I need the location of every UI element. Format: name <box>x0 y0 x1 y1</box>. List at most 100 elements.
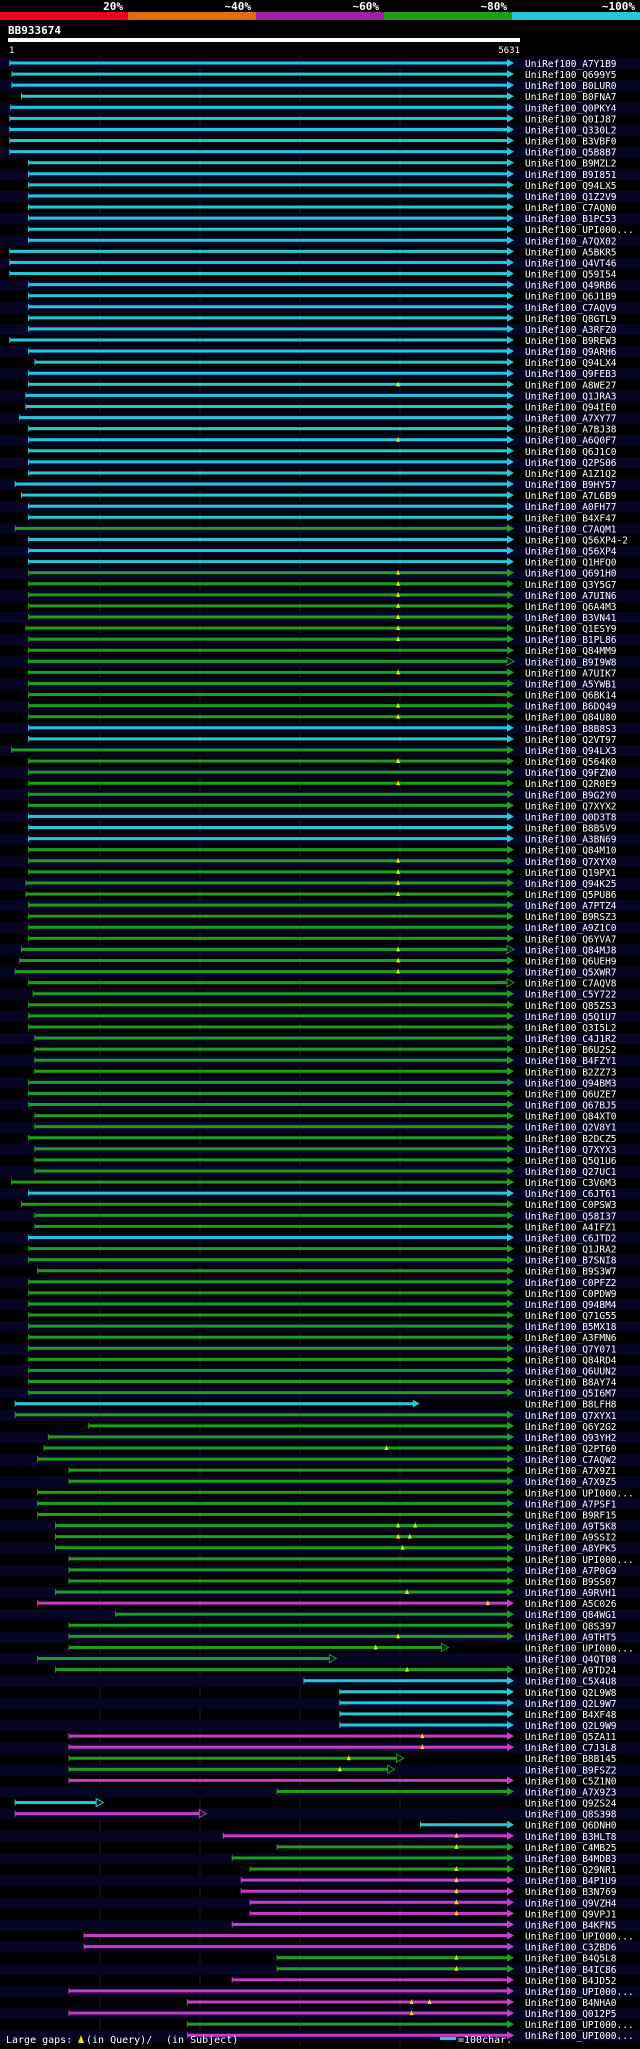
hit-bar[interactable] <box>28 759 508 763</box>
hit-row[interactable]: UniRef100_Q58I37 <box>0 1210 640 1222</box>
hit-id[interactable]: UniRef100_A7P0G9 <box>525 1566 617 1577</box>
hit-id[interactable]: UniRef100_Q330L2 <box>525 125 617 136</box>
hit-bar[interactable] <box>277 1956 508 1960</box>
hit-id[interactable]: UniRef100_A3BN69 <box>525 835 617 846</box>
hit-bar[interactable] <box>28 848 508 852</box>
hit-id[interactable]: UniRef100_A7UIK7 <box>525 668 617 679</box>
hit-id[interactable]: UniRef100_Q4QT08 <box>525 1655 617 1666</box>
hit-row[interactable]: UniRef100_A7PTZ4 <box>0 900 640 912</box>
hit-bar[interactable] <box>19 416 509 420</box>
hit-id[interactable]: UniRef100_B7SNI8 <box>525 1256 617 1267</box>
hit-row[interactable]: UniRef100_A7P0G9 <box>0 1564 640 1577</box>
hit-id[interactable]: UniRef100_B9RSZ3 <box>525 912 617 923</box>
hit-bar[interactable] <box>28 1014 508 1018</box>
hit-bar[interactable] <box>28 1280 508 1284</box>
hit-bar[interactable] <box>48 1435 508 1439</box>
hit-bar[interactable] <box>28 670 508 674</box>
hit-bar[interactable] <box>28 1391 508 1395</box>
hit-id[interactable]: UniRef100_B8B8S3 <box>525 724 617 735</box>
hit-bar[interactable] <box>28 814 508 818</box>
hit-id[interactable]: UniRef100_A7X9Z1 <box>525 1466 617 1477</box>
hit-id[interactable]: UniRef100_B8LFH8 <box>525 1400 617 1411</box>
hit-row[interactable]: UniRef100_B1PC53 <box>0 213 640 225</box>
hit-id[interactable]: UniRef100_Q6BK14 <box>525 691 617 702</box>
hit-id[interactable]: UniRef100_Q5Q1U6 <box>525 1156 617 1167</box>
hit-id[interactable]: UniRef100_Q012P5 <box>525 2009 617 2020</box>
hit-id[interactable]: UniRef100_B2ZZ73 <box>525 1067 617 1078</box>
hit-bar[interactable] <box>28 316 508 320</box>
hit-bar[interactable] <box>11 748 509 752</box>
hit-row[interactable]: UniRef100_Q2L9W7 <box>0 1697 640 1710</box>
hit-bar[interactable] <box>9 338 509 342</box>
hit-bar[interactable] <box>15 1413 509 1417</box>
hit-id[interactable]: UniRef100_A5BKR5 <box>525 247 617 258</box>
hit-id[interactable]: UniRef100_C6JT61 <box>525 1189 617 1200</box>
hit-id[interactable]: UniRef100_B6U2S2 <box>525 1045 617 1056</box>
hit-row[interactable]: UniRef100_Q0PKY4 <box>0 102 640 114</box>
hit-id[interactable]: UniRef100_Q5ZA11 <box>525 1732 617 1743</box>
hit-id[interactable]: UniRef100_B1PL86 <box>525 635 617 646</box>
hit-bar[interactable] <box>339 1690 508 1694</box>
hit-bar[interactable] <box>232 1978 508 1982</box>
hit-id[interactable]: UniRef100_B3VBF0 <box>525 137 617 148</box>
hit-id[interactable]: UniRef100_B4Q5L8 <box>525 1954 617 1965</box>
hit-id[interactable]: UniRef100_C6JTD2 <box>525 1233 617 1244</box>
hit-id[interactable]: UniRef100_Q94LX3 <box>525 746 617 757</box>
hit-row[interactable]: UniRef100_A7PSF1 <box>0 1498 640 1510</box>
hit-row[interactable]: UniRef100_Q56XP4 <box>0 545 640 558</box>
hit-bar[interactable] <box>28 981 508 985</box>
hit-id[interactable]: UniRef100_A5YWB1 <box>525 679 617 690</box>
hit-row[interactable]: UniRef100_Q94BM3 <box>0 1077 640 1089</box>
hit-id[interactable]: UniRef100_B4KFN5 <box>525 1920 617 1931</box>
hit-id[interactable]: UniRef100_A3RFZ0 <box>525 325 617 336</box>
hit-row[interactable]: UniRef100_B9I851 <box>0 168 640 181</box>
hit-id[interactable]: UniRef100_C5Y722 <box>525 990 617 1001</box>
hit-id[interactable]: UniRef100_Q6A4M3 <box>525 602 617 613</box>
hit-id[interactable]: UniRef100_B4MDB3 <box>525 1854 617 1865</box>
hit-bar[interactable] <box>28 1025 508 1029</box>
hit-id[interactable]: UniRef100_UPI000... <box>525 2020 634 2031</box>
hit-bar[interactable] <box>28 826 508 830</box>
hit-bar[interactable] <box>28 1313 508 1317</box>
hit-row[interactable]: UniRef100_B4MDB3 <box>0 1852 640 1865</box>
hit-bar[interactable] <box>28 216 508 220</box>
hit-id[interactable]: UniRef100_A7PSF1 <box>525 1499 617 1510</box>
hit-row[interactable]: UniRef100_Q1Z2V9 <box>0 190 640 203</box>
hit-bar[interactable] <box>115 1612 509 1616</box>
hit-id[interactable]: UniRef100_A7UIN6 <box>525 591 617 602</box>
hit-bar[interactable] <box>37 1490 509 1494</box>
hit-id[interactable]: UniRef100_UPI000... <box>525 1987 634 1998</box>
hit-id[interactable]: UniRef100_A9TD24 <box>525 1666 617 1677</box>
hit-id[interactable]: UniRef100_UPI000... <box>525 2031 634 2042</box>
hit-bar[interactable] <box>28 449 508 453</box>
hit-id[interactable]: UniRef100_A7XY77 <box>525 414 617 425</box>
hit-row[interactable]: UniRef100_A7X9Z5 <box>0 1476 640 1488</box>
hit-bar[interactable] <box>28 914 508 918</box>
hit-row[interactable]: UniRef100_C4J1R2 <box>0 1033 640 1045</box>
hit-id[interactable]: UniRef100_Q67BJ5 <box>525 1101 617 1112</box>
hit-row[interactable]: UniRef100_C7J3L8 <box>0 1742 640 1754</box>
hit-id[interactable]: UniRef100_Q94IE0 <box>525 402 617 413</box>
hit-id[interactable]: UniRef100_Q56XP4-2 <box>525 535 628 546</box>
hit-row[interactable]: UniRef100_A0FH77 <box>0 501 640 513</box>
hit-bar[interactable] <box>28 604 508 608</box>
hit-id[interactable]: UniRef100_B5MX18 <box>525 1322 617 1333</box>
hit-id[interactable]: UniRef100_Q2PS06 <box>525 458 617 469</box>
hit-row[interactable]: UniRef100_A7UIN6 <box>0 589 640 602</box>
hit-id[interactable]: UniRef100_Q9ZS24 <box>525 1799 617 1810</box>
hit-id[interactable]: UniRef100_Q94BM3 <box>525 1078 617 1089</box>
hit-bar[interactable] <box>34 1058 509 1062</box>
hit-bar[interactable] <box>88 1424 509 1428</box>
hit-row[interactable]: UniRef100_Q5B8B7 <box>0 146 640 159</box>
hit-bar[interactable] <box>28 715 508 719</box>
hit-row[interactable]: UniRef100_Q4VT46 <box>0 257 640 269</box>
hit-id[interactable]: UniRef100_B4XF47 <box>525 513 617 524</box>
hit-id[interactable]: UniRef100_Q84XT0 <box>525 1112 617 1123</box>
hit-bar[interactable] <box>28 238 508 242</box>
hit-id[interactable]: UniRef100_Q0PKY4 <box>525 103 617 114</box>
hit-bar[interactable] <box>68 1989 509 1993</box>
hit-id[interactable]: UniRef100_Q6UUN2 <box>525 1366 617 1377</box>
hit-bar[interactable] <box>68 1479 509 1483</box>
hit-id[interactable]: UniRef100_Q2V8Y1 <box>525 1123 617 1134</box>
hit-bar[interactable] <box>28 648 508 652</box>
